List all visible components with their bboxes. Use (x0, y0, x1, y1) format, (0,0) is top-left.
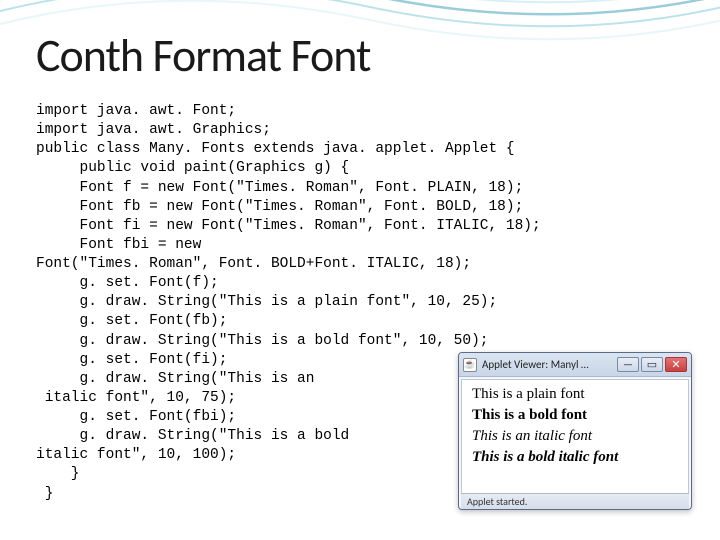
applet-titlebar: ☕ Applet Viewer: Manyl … — ▭ ✕ (459, 353, 691, 377)
applet-text-bold-italic: This is a bold italic font (472, 449, 680, 466)
slide-title: Conth Format Font (36, 28, 370, 84)
minimize-button[interactable]: — (617, 357, 639, 372)
applet-text-italic: This is an italic font (472, 428, 680, 445)
applet-window-title: Applet Viewer: Manyl … (482, 358, 615, 371)
applet-canvas: This is a plain font This is a bold font… (461, 379, 689, 495)
close-button[interactable]: ✕ (665, 357, 687, 372)
maximize-button[interactable]: ▭ (641, 357, 663, 372)
applet-viewer-window: ☕ Applet Viewer: Manyl … — ▭ ✕ This is a… (458, 352, 692, 510)
applet-text-bold: This is a bold font (472, 407, 680, 424)
applet-text-plain: This is a plain font (472, 386, 680, 403)
applet-statusbar: Applet started. (461, 493, 689, 509)
java-icon: ☕ (463, 358, 477, 372)
